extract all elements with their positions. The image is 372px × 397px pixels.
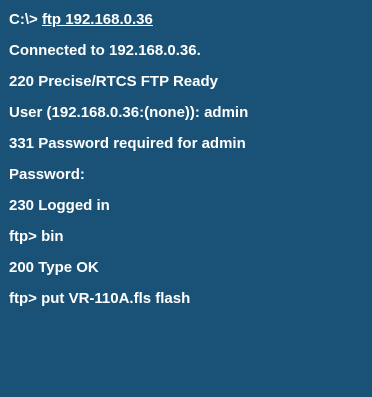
prompt-text: C:\> <box>9 11 42 28</box>
terminal-line-output: ftp> put VR-110A.fls flash <box>9 290 191 307</box>
terminal-line-output: ftp> bin <box>9 228 64 245</box>
terminal-line-output: 200 Type OK <box>9 259 99 276</box>
terminal-window[interactable]: C:\> ftp 192.168.0.36 Connected to 192.1… <box>0 0 372 397</box>
terminal-line-output: 230 Logged in <box>9 197 110 214</box>
command-text: ftp 192.168.0.36 <box>41 11 153 28</box>
terminal-line-command-prompt: C:\> ftp 192.168.0.36 <box>9 4 372 35</box>
terminal-line-output: User (192.168.0.36:(none)): admin <box>9 104 249 121</box>
terminal-line-output: 331 Password required for admin <box>9 135 246 152</box>
terminal-line-output: 220 Precise/RTCS FTP Ready <box>9 73 218 90</box>
terminal-line-output: Password: <box>9 166 85 183</box>
terminal-line-output: Connected to 192.168.0.36. <box>9 42 201 59</box>
